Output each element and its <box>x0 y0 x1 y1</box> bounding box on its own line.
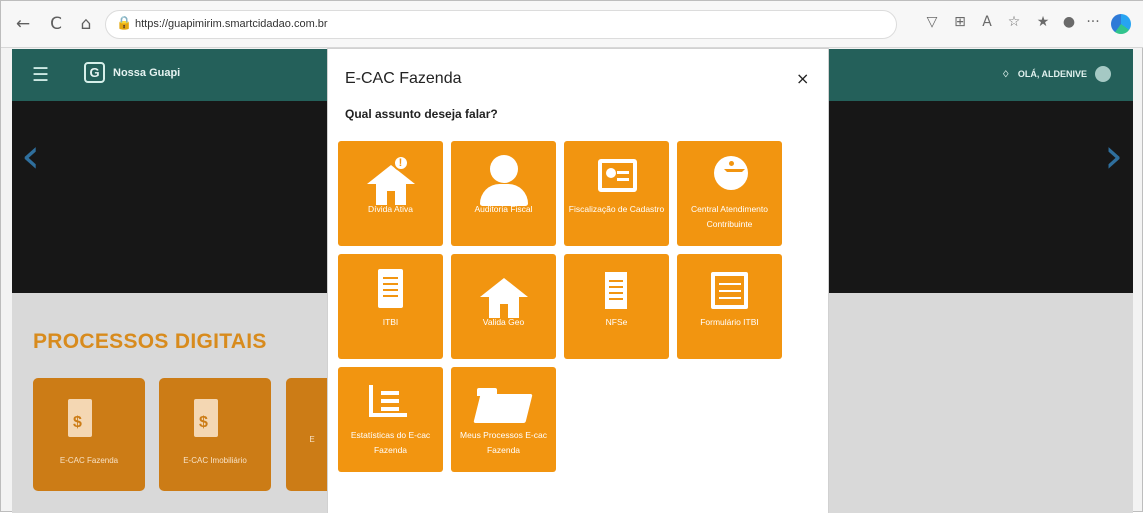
tile-central-atendimento[interactable]: Central Atendimento Contribuinte <box>677 141 782 246</box>
menu-icon[interactable]: ☰ <box>32 64 49 86</box>
process-card[interactable]: E-CAC Imobiliário <box>159 378 271 491</box>
browser-toolbar: ← C ⌂ 🔒 https://guapimirim.smartcidadao.… <box>1 1 1143 48</box>
home-icon <box>479 278 528 320</box>
receipt-icon <box>605 272 627 309</box>
avatar[interactable] <box>1095 66 1111 82</box>
back-icon[interactable]: ← <box>12 13 34 35</box>
favorite-icon[interactable]: ☆ <box>1004 14 1024 34</box>
read-aloud-icon[interactable]: A <box>977 14 997 34</box>
tile-label: Formulário ITBI <box>700 317 759 327</box>
user-menu[interactable]: ♢ OLÁ, ALDENIVE <box>1002 66 1111 82</box>
modal-title: E-CAC Fazenda <box>345 70 462 87</box>
person-icon <box>490 155 518 183</box>
tile-meus-processos[interactable]: Meus Processos E-cac Fazenda <box>451 367 556 472</box>
tile-auditoria-fiscal[interactable]: Auditoria Fiscal <box>451 141 556 246</box>
address-bar[interactable]: 🔒 https://guapimirim.smartcidadao.com.br <box>105 10 897 39</box>
tile-formulario-itbi[interactable]: Formulário ITBI <box>677 254 782 359</box>
site-logo[interactable]: G Nossa Guapi <box>84 62 180 83</box>
carousel-right-icon[interactable]: › <box>1104 128 1123 184</box>
notification-icon[interactable]: ♢ <box>1002 69 1010 80</box>
tile-valida-geo[interactable]: Valida Geo <box>451 254 556 359</box>
home-icon[interactable]: ⌂ <box>75 13 97 35</box>
carousel-left-icon[interactable]: ‹ <box>21 128 40 184</box>
money-document-icon <box>194 399 218 437</box>
modal-question: Qual assunto deseja falar? <box>345 107 498 121</box>
folder-icon <box>477 388 529 424</box>
process-label: E-CAC Fazenda <box>59 456 119 465</box>
tile-itbi[interactable]: ITBI <box>338 254 443 359</box>
tile-label: Auditoria Fiscal <box>474 204 533 214</box>
bar-chart-icon <box>369 385 407 417</box>
tile-label: Fiscalização de Cadastro <box>568 204 665 214</box>
section-title: PROCESSOS DIGITAIS <box>33 330 267 353</box>
profile-icon[interactable]: ● <box>1059 14 1079 34</box>
house-alert-icon: ! <box>366 155 415 207</box>
user-name: OLÁ, ALDENIVE <box>1017 69 1087 79</box>
tile-label: Estatísticas do E-cac Fazenda <box>350 430 431 455</box>
extension-icon[interactable]: ▽ <box>922 14 942 34</box>
process-label: E-CAC Imobiliário <box>183 456 247 465</box>
tile-label: Central Atendimento Contribuinte <box>690 204 769 229</box>
form-icon <box>711 272 748 309</box>
more-icon[interactable]: ··· <box>1083 14 1103 34</box>
url-text: https://guapimirim.smartcidadao.com.br <box>135 18 328 30</box>
close-icon[interactable]: × <box>796 69 809 88</box>
tabs-icon[interactable]: ⊞ <box>950 14 970 34</box>
brand-icon: G <box>84 62 105 83</box>
tile-label: NFSe <box>605 317 628 327</box>
screen: ← C ⌂ 🔒 https://guapimirim.smartcidadao.… <box>0 0 1143 513</box>
tile-label: Meus Processos E-cac Fazenda <box>460 430 547 455</box>
tile-label: ITBI <box>382 317 399 327</box>
document-icon <box>378 269 403 308</box>
tile-divida-ativa[interactable]: ! Dívida Ativa <box>338 141 443 246</box>
tile-label: Valida Geo <box>482 317 525 327</box>
modal-dialog: E-CAC Fazenda × Qual assunto deseja fala… <box>328 49 828 513</box>
edge-icon[interactable] <box>1111 14 1131 34</box>
process-card[interactable]: E-CAC Fazenda <box>33 378 145 491</box>
id-card-icon <box>598 159 637 192</box>
tile-fiscalizacao-cadastro[interactable]: Fiscalização de Cadastro <box>564 141 669 246</box>
tile-label: Dívida Ativa <box>368 204 413 214</box>
lock-icon: 🔒 <box>116 16 133 31</box>
tile-nfse[interactable]: NFSe <box>564 254 669 359</box>
tile-grid: ! Dívida Ativa Auditoria Fiscal Fiscaliz… <box>338 141 784 473</box>
tile-estatisticas[interactable]: Estatísticas do E-cac Fazenda <box>338 367 443 472</box>
money-document-icon <box>68 399 92 437</box>
accessibility-icon <box>714 156 748 190</box>
brand-name: Nossa Guapi <box>113 66 181 79</box>
refresh-icon[interactable]: C <box>45 13 67 35</box>
favorites-icon[interactable]: ★ <box>1033 14 1053 34</box>
